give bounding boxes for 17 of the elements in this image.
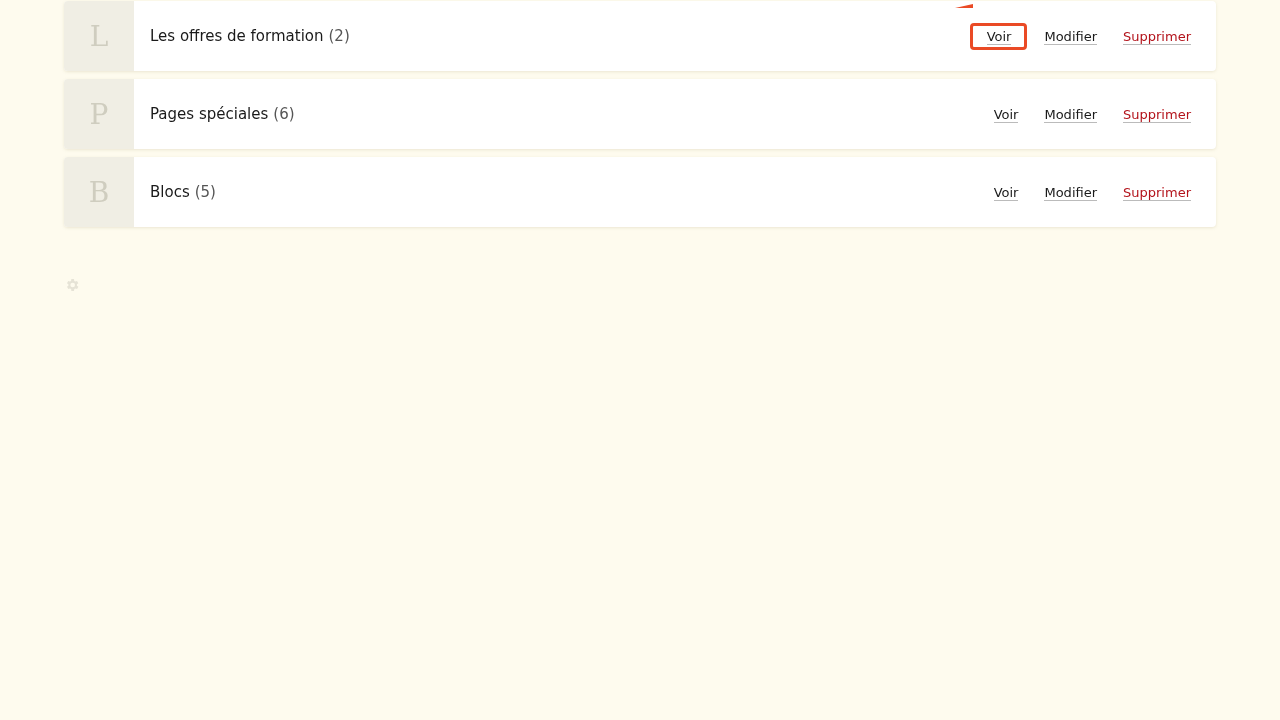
view-link[interactable]: Voir [969,22,1028,50]
item-count: (5) [194,183,216,201]
section-title: Les offres de formation [150,27,324,45]
annotation-arrow [954,3,973,8]
delete-link[interactable]: Supprimer [1114,100,1200,128]
settings-icon[interactable] [64,277,80,293]
edit-link[interactable]: Modifier [1035,178,1107,206]
section-title: Blocs [150,183,190,201]
item-count: (2) [328,27,350,45]
edit-link[interactable]: Modifier [1035,100,1107,128]
delete-link[interactable]: Supprimer [1114,178,1200,206]
item-count: (6) [273,105,295,123]
section-title: Pages spéciales [150,105,269,123]
view-link[interactable]: Voir [984,178,1028,206]
delete-link[interactable]: Supprimer [1114,22,1200,50]
edit-link[interactable]: Modifier [1035,22,1107,50]
view-link[interactable]: Voir [984,100,1028,128]
